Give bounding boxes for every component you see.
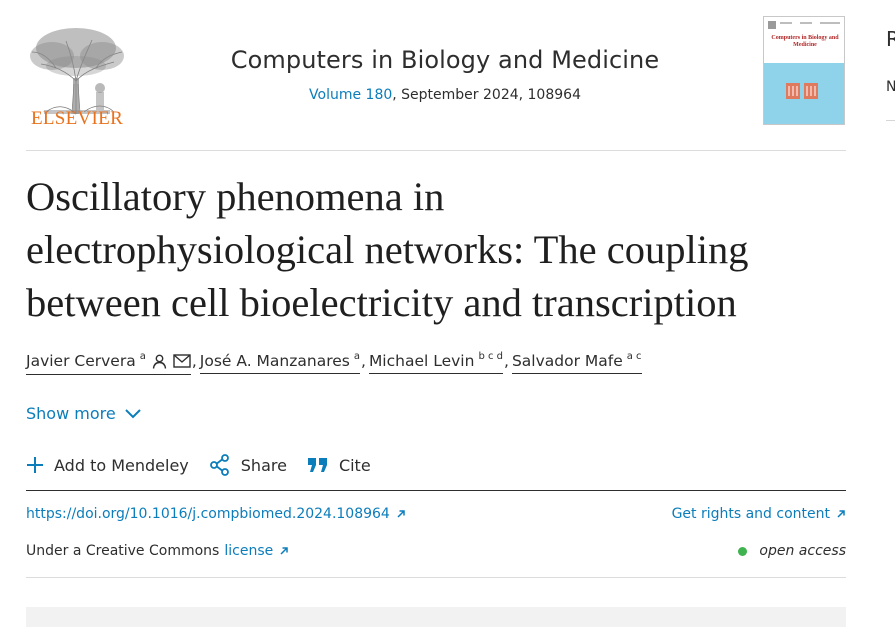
cover-masthead [768, 21, 840, 29]
author-affiliation: a c [626, 351, 642, 362]
header-divider [26, 150, 846, 151]
metadata-divider [26, 577, 846, 578]
cite-label: Cite [338, 455, 371, 475]
open-access-dot-icon [738, 546, 748, 556]
author-affiliation: a [139, 351, 146, 362]
journal-cover-thumbnail[interactable]: Computers in Biology and Medicine [763, 16, 845, 125]
journal-issue-info: Volume 180, September 2024, 108964 [150, 87, 740, 103]
side-panel-item-fragment[interactable]: N [886, 79, 895, 95]
journal-title[interactable]: Computers in Biology and Medicine [150, 46, 740, 74]
open-access-badge: open access [738, 543, 846, 559]
author-separator: , [191, 352, 197, 370]
open-access-label: open access [759, 543, 846, 559]
add-to-mendeley-button[interactable]: Add to Mendeley [26, 456, 189, 475]
show-more-label: Show more [26, 404, 116, 423]
author-jose-manzanares[interactable]: José A. Manzanares a [199, 351, 360, 374]
elsevier-wordmark[interactable]: ELSEVIER [26, 108, 128, 130]
show-more-button[interactable]: Show more [26, 404, 142, 423]
doi-link[interactable]: https://doi.org/10.1016/j.compbiomed.202… [26, 506, 406, 522]
cover-title: Computers in Biology and Medicine [771, 35, 839, 48]
side-panel-divider [886, 120, 895, 121]
share-icon [209, 454, 229, 476]
quote-icon [307, 458, 327, 472]
volume-link[interactable]: Volume 180 [309, 87, 392, 103]
cover-art-icon [786, 83, 818, 99]
article-title: Oscillatory phenomena in electrophysiolo… [26, 174, 749, 325]
plus-icon [27, 457, 43, 473]
envelope-icon [173, 354, 191, 372]
author-salvador-mafe[interactable]: Salvador Mafe a c [511, 351, 642, 374]
author-affiliation: b c d [478, 351, 503, 362]
add-to-mendeley-label: Add to Mendeley [54, 455, 189, 475]
external-link-icon [280, 547, 288, 555]
author-list: Javier Cervera a , José A. Manzanares a , … [26, 351, 642, 378]
license-prefix: Under a Creative Commons [26, 543, 220, 559]
license-line: Under a Creative Commons license [26, 543, 289, 559]
author-javier-cervera[interactable]: Javier Cervera a [26, 351, 191, 375]
cite-button[interactable]: Cite [307, 456, 371, 475]
author-separator: , [361, 352, 366, 370]
abstract-panel-top [26, 607, 846, 627]
external-link-icon [397, 510, 405, 518]
article-actions: Add to Mendeley Share Cite [26, 452, 391, 478]
license-link[interactable]: license [224, 543, 289, 559]
author-michael-levin[interactable]: Michael Levin b c d [368, 351, 503, 374]
author-separator: , [504, 352, 509, 370]
person-icon [152, 354, 167, 373]
side-panel-heading-fragment: R [886, 27, 895, 51]
external-link-icon [837, 510, 845, 518]
issue-date-text: , September 2024, 108964 [392, 87, 581, 103]
share-button[interactable]: Share [209, 454, 287, 476]
author-affiliation: a [353, 351, 360, 362]
share-label: Share [240, 455, 287, 475]
get-rights-link[interactable]: Get rights and content [672, 506, 846, 522]
chevron-down-icon [124, 408, 141, 418]
actions-divider [26, 490, 846, 491]
